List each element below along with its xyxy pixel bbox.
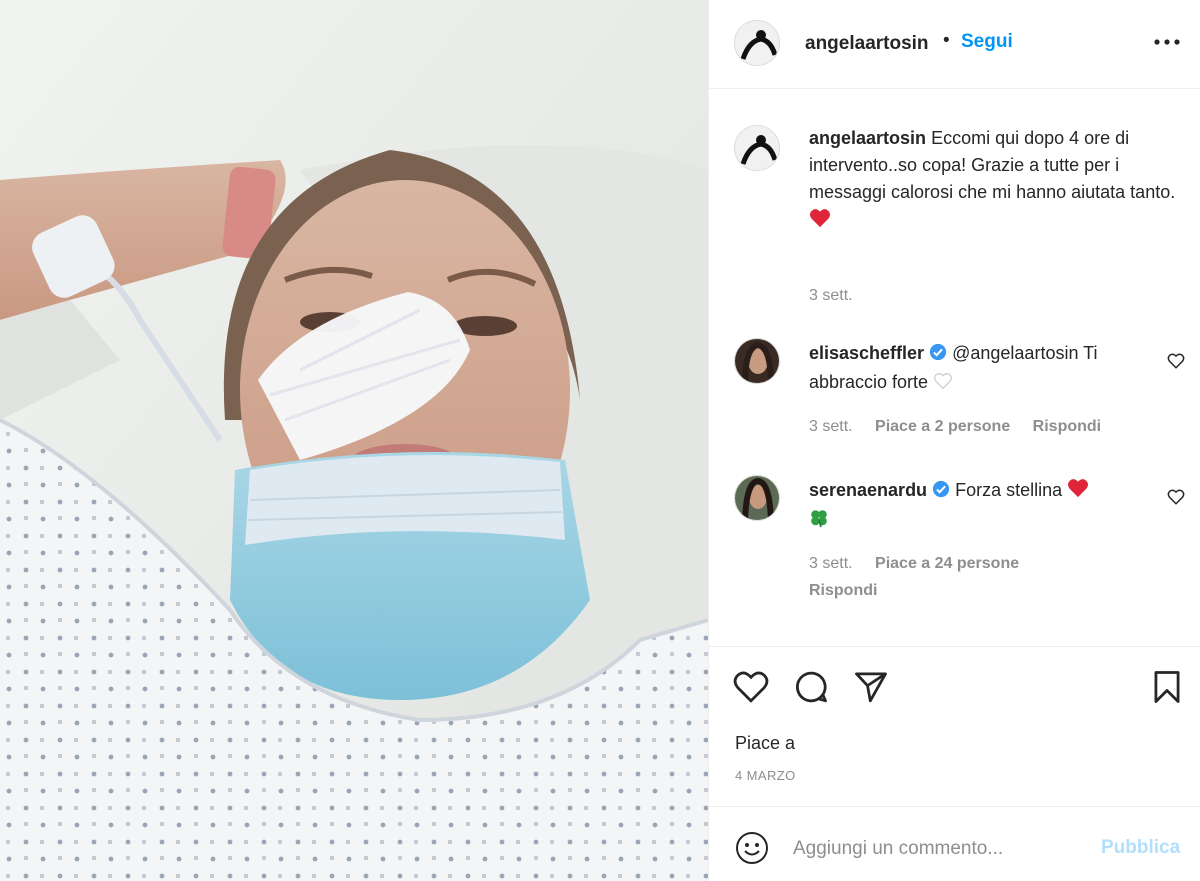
emoji-picker-icon[interactable] (735, 831, 769, 865)
likes-summary[interactable]: Piace a (735, 733, 795, 754)
comment-meta: 3 sett. Piace a 2 persone Rispondi (809, 418, 1119, 436)
comment-meta: 3 sett. Piace a 24 persone (809, 555, 1037, 573)
post-header: angelaartosin • Segui (709, 0, 1200, 89)
post-actions: Piace a 4 MARZO (709, 646, 1200, 806)
verified-badge-icon (932, 479, 950, 506)
author-avatar[interactable] (734, 20, 780, 66)
caption-meta: 3 sett. (809, 287, 871, 305)
comment-username[interactable]: elisascheffler (809, 343, 924, 363)
hospital-selfie-image (0, 0, 708, 881)
more-options-icon[interactable] (1152, 30, 1182, 54)
share-direct-icon[interactable] (853, 669, 889, 705)
save-bookmark-icon[interactable] (1149, 669, 1185, 705)
reply-button[interactable]: Rispondi (809, 582, 877, 599)
comment-time[interactable]: 3 sett. (809, 418, 853, 435)
separator-dot: • (943, 30, 950, 51)
post-photo (0, 0, 708, 881)
red-heart-emoji (809, 208, 1179, 236)
commenter-avatar[interactable] (734, 338, 780, 384)
comment-likes[interactable]: Piace a 2 persone (875, 418, 1010, 435)
like-heart-icon[interactable] (733, 669, 769, 705)
publish-button[interactable]: Pubblica (1101, 837, 1180, 859)
red-heart-emoji (1067, 478, 1089, 506)
comment-username[interactable]: serenaenardu (809, 480, 927, 500)
caption-author-avatar[interactable] (734, 125, 780, 171)
comment-text: Forza stellina (955, 480, 1063, 500)
white-heart-emoji (933, 371, 953, 398)
comments-list[interactable]: angelaartosin Eccomi qui dopo 4 ore di i… (709, 90, 1200, 645)
comment-likes[interactable]: Piace a 24 persone (875, 555, 1019, 572)
comment-text-block: serenaenardu Forza stellina (809, 477, 1179, 536)
follow-button[interactable]: Segui (961, 31, 1013, 53)
clover-emoji (809, 508, 1179, 536)
add-comment-bar: Pubblica (709, 806, 1200, 881)
post-details-panel: angelaartosin • Segui angelaartosin Ecco… (708, 0, 1200, 881)
white-heart-icon (934, 373, 953, 390)
caption-username[interactable]: angelaartosin (809, 128, 926, 148)
post-date[interactable]: 4 MARZO (735, 768, 796, 783)
caption-text-block: angelaartosin Eccomi qui dopo 4 ore di i… (809, 125, 1179, 236)
heart-emoji-icon (1068, 479, 1089, 498)
heart-emoji-icon (810, 209, 830, 228)
four-leaf-clover-icon (811, 510, 827, 528)
comment-bubble-icon[interactable] (793, 669, 829, 705)
commenter-avatar[interactable] (734, 475, 780, 521)
author-username[interactable]: angelaartosin (805, 33, 929, 55)
comment-input[interactable] (793, 835, 1083, 863)
verified-badge-icon (929, 342, 947, 369)
comment-reply-row: Rispondi (809, 582, 895, 600)
comment-time[interactable]: 3 sett. (809, 555, 853, 572)
caption-time[interactable]: 3 sett. (809, 287, 853, 304)
like-comment-icon[interactable] (1167, 488, 1185, 506)
like-comment-icon[interactable] (1167, 352, 1185, 370)
comment-text-block: elisascheffler @angelaartosin Ti abbracc… (809, 340, 1179, 398)
reply-button[interactable]: Rispondi (1033, 418, 1101, 435)
